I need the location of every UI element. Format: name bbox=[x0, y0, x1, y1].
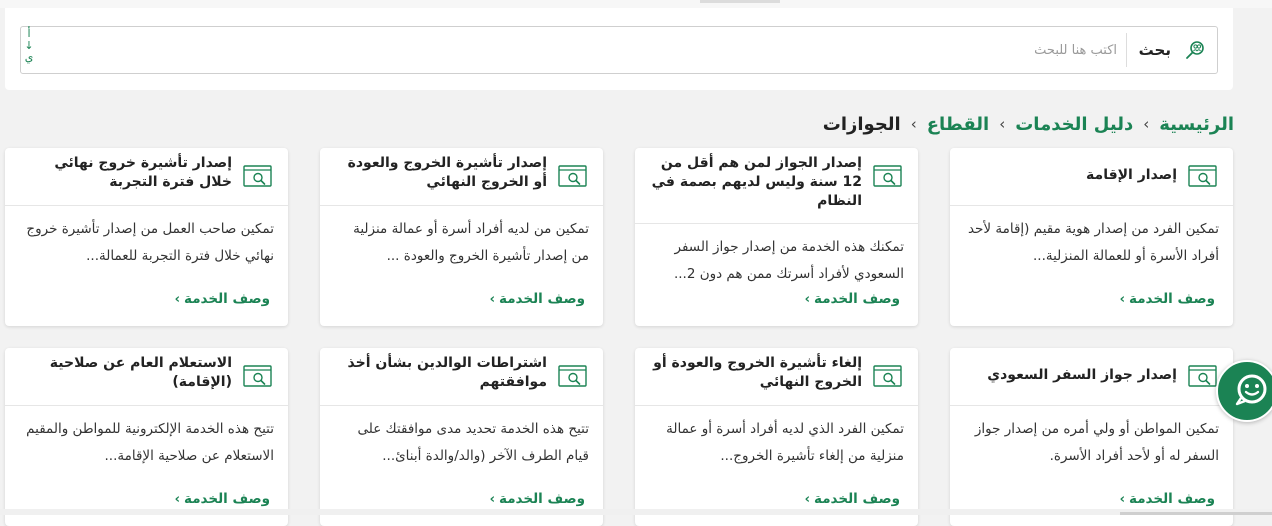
service-description-link[interactable]: وصف الخدمة› bbox=[490, 491, 585, 507]
link-label: وصف الخدمة bbox=[814, 291, 900, 307]
breadcrumb-separator: › bbox=[999, 115, 1006, 133]
link-label: وصف الخدمة bbox=[499, 491, 585, 507]
chevron-left-icon: › bbox=[489, 292, 496, 307]
service-card[interactable]: إصدار الجواز لمن هم أقل من 12 سنة وليس ل… bbox=[635, 148, 918, 326]
lang-glyph: ي bbox=[24, 51, 34, 64]
service-description-link[interactable]: وصف الخدمة› bbox=[175, 491, 270, 507]
card-header: إصدار الجواز لمن هم أقل من 12 سنة وليس ل… bbox=[635, 148, 918, 224]
service-description-link[interactable]: وصف الخدمة› bbox=[1120, 291, 1215, 307]
card-header: إلغاء تأشيرة الخروج والعودة أو الخروج ال… bbox=[635, 348, 918, 406]
search-button[interactable]: بحث bbox=[1125, 33, 1207, 67]
service-description-link[interactable]: وصف الخدمة› bbox=[175, 291, 270, 307]
breadcrumb-services-guide[interactable]: دليل الخدمات bbox=[1015, 114, 1133, 135]
card-description: تمكنك هذه الخدمة من إصدار جواز السفر الس… bbox=[673, 239, 904, 282]
service-card[interactable]: اشتراطات الوالدين بشأن أخذ موافقتهم تتيح… bbox=[320, 348, 603, 526]
chevron-left-icon: › bbox=[804, 292, 811, 307]
card-header: اشتراطات الوالدين بشأن أخذ موافقتهم bbox=[320, 348, 603, 406]
chatbot-icon bbox=[1235, 374, 1267, 406]
service-card-icon bbox=[243, 165, 272, 187]
service-card[interactable]: إصدار تأشيرة خروج نهائي خلال فترة التجرب… bbox=[5, 148, 288, 326]
breadcrumb-home[interactable]: الرئيسية bbox=[1159, 114, 1234, 135]
card-description: تمكين المواطن أو ولي أمره من إصدار جواز … bbox=[974, 421, 1219, 464]
search-button-label: بحث bbox=[1138, 41, 1171, 59]
card-description: تتيح هذه الخدمة تحديد مدى موافقتك على قي… bbox=[357, 421, 589, 464]
card-description: تمكين الفرد من إصدار هوية مقيم (إقامة لأ… bbox=[967, 221, 1219, 264]
link-label: وصف الخدمة bbox=[184, 491, 270, 507]
card-header: إصدار تأشيرة الخروج والعودة أو الخروج ال… bbox=[320, 148, 603, 206]
chevron-left-icon: › bbox=[174, 292, 181, 307]
card-header: إصدار تأشيرة خروج نهائي خلال فترة التجرب… bbox=[5, 148, 288, 206]
search-input[interactable] bbox=[355, 35, 1119, 65]
link-label: وصف الخدمة bbox=[814, 491, 900, 507]
service-description-link[interactable]: وصف الخدمة› bbox=[1120, 491, 1215, 507]
service-card[interactable]: إلغاء تأشيرة الخروج والعودة أو الخروج ال… bbox=[635, 348, 918, 526]
top-tab-indicator bbox=[700, 0, 780, 3]
card-header: إصدار الإقامة bbox=[950, 148, 1233, 206]
service-card[interactable]: إصدار تأشيرة الخروج والعودة أو الخروج ال… bbox=[320, 148, 603, 326]
chevron-left-icon: › bbox=[489, 492, 496, 507]
card-title: اشتراطات الوالدين بشأن أخذ موافقتهم bbox=[347, 355, 547, 390]
service-description-link[interactable]: وصف الخدمة› bbox=[490, 291, 585, 307]
chevron-left-icon: › bbox=[1119, 292, 1126, 307]
service-card[interactable]: إصدار جواز السفر السعودي تمكين المواطن أ… bbox=[950, 348, 1233, 526]
top-strip bbox=[0, 0, 1272, 8]
service-card-icon bbox=[243, 365, 272, 387]
card-description: تمكين الفرد الذي لديه أفراد أسرة أو عمال… bbox=[666, 421, 904, 464]
card-title: إصدار تأشيرة خروج نهائي خلال فترة التجرب… bbox=[54, 155, 232, 190]
card-description: تمكين صاحب العمل من إصدار تأشيرة خروج نه… bbox=[26, 221, 274, 264]
card-header: إصدار جواز السفر السعودي bbox=[950, 348, 1233, 406]
card-description: تمكين من لديه أفراد أسرة أو عمالة منزلية… bbox=[353, 221, 589, 264]
card-header: الاستعلام العام عن صلاحية (الإقامة) bbox=[5, 348, 288, 406]
service-card[interactable]: الاستعلام العام عن صلاحية (الإقامة) تتيح… bbox=[5, 348, 288, 526]
chevron-left-icon: › bbox=[174, 492, 181, 507]
service-card-icon bbox=[873, 365, 902, 387]
chevron-left-icon: › bbox=[804, 492, 811, 507]
service-card-icon bbox=[558, 165, 587, 187]
service-description-link[interactable]: وصف الخدمة› bbox=[805, 291, 900, 307]
card-title: إصدار تأشيرة الخروج والعودة أو الخروج ال… bbox=[347, 155, 547, 190]
service-card-icon bbox=[1188, 365, 1217, 387]
chatbot-button[interactable] bbox=[1216, 360, 1272, 422]
search-panel: بحث أ ↓ ي bbox=[5, 8, 1233, 90]
card-title: الاستعلام العام عن صلاحية (الإقامة) bbox=[49, 355, 232, 390]
search-box: بحث أ ↓ ي bbox=[20, 26, 1218, 74]
service-card-icon bbox=[1188, 165, 1217, 187]
breadcrumb-current-page: الجوازات bbox=[822, 113, 901, 135]
link-label: وصف الخدمة bbox=[1129, 491, 1215, 507]
service-card-icon bbox=[873, 165, 902, 187]
link-label: وصف الخدمة bbox=[499, 291, 585, 307]
link-label: وصف الخدمة bbox=[184, 291, 270, 307]
breadcrumb: الرئيسية › دليل الخدمات › القطاع › الجوا… bbox=[823, 112, 1234, 136]
service-card[interactable]: إصدار الإقامة تمكين الفرد من إصدار هوية … bbox=[950, 148, 1233, 326]
card-description: تتيح هذه الخدمة الإلكترونية للمواطن والم… bbox=[26, 421, 274, 464]
breadcrumb-sector[interactable]: القطاع bbox=[927, 114, 989, 135]
card-title: إصدار جواز السفر السعودي bbox=[987, 367, 1177, 383]
service-description-link[interactable]: وصف الخدمة› bbox=[805, 491, 900, 507]
card-title: إصدار الإقامة bbox=[1086, 167, 1177, 183]
breadcrumb-separator: › bbox=[910, 115, 917, 133]
search-icon bbox=[1186, 41, 1204, 59]
chevron-left-icon: › bbox=[1119, 492, 1126, 507]
service-card-icon bbox=[558, 365, 587, 387]
card-title: إلغاء تأشيرة الخروج والعودة أو الخروج ال… bbox=[653, 355, 862, 390]
card-title: إصدار الجواز لمن هم أقل من 12 سنة وليس ل… bbox=[651, 155, 862, 209]
breadcrumb-separator: › bbox=[1143, 115, 1150, 133]
keyboard-language-indicator[interactable]: أ ↓ ي bbox=[24, 28, 34, 64]
link-label: وصف الخدمة bbox=[1129, 291, 1215, 307]
horizontal-scrollbar[interactable] bbox=[0, 509, 1272, 515]
